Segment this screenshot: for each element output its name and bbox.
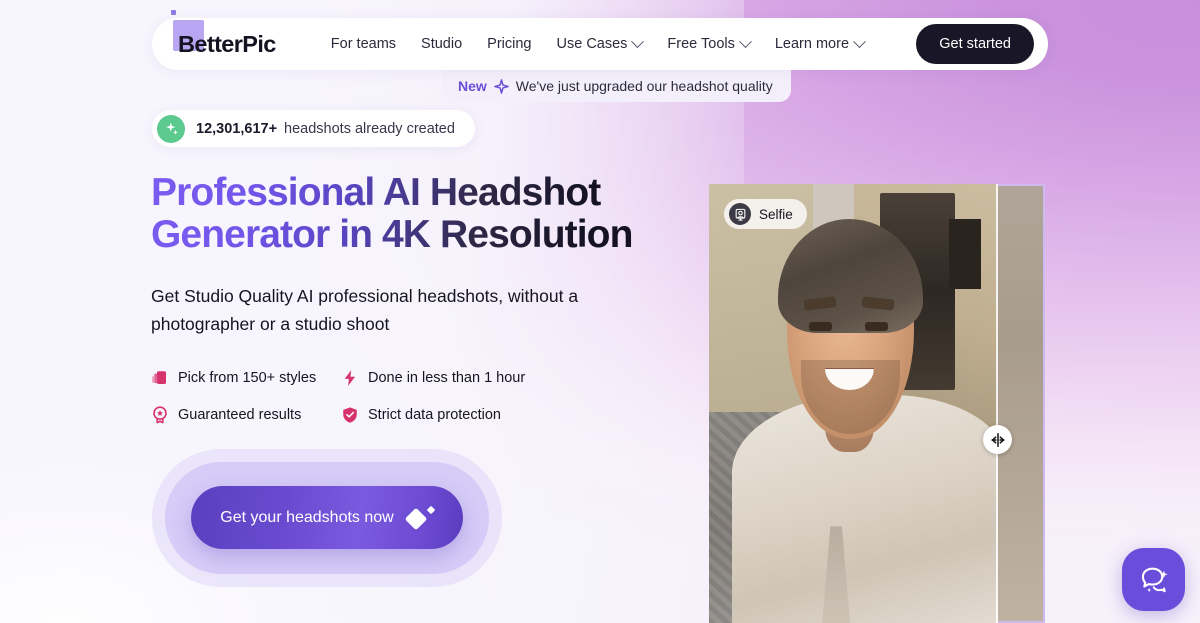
selfie-label: Selfie: [759, 206, 793, 222]
get-started-button[interactable]: Get started: [916, 24, 1034, 64]
selfie-label-badge: Selfie: [724, 199, 807, 229]
brand-logo[interactable]: BetterPic: [171, 9, 276, 58]
nav-item-learn-more[interactable]: Learn more: [774, 34, 866, 52]
nav-item-label: Learn more: [774, 36, 850, 52]
feature-label: Guaranteed results: [178, 407, 302, 424]
lightning-bolt-icon: [344, 370, 356, 387]
get-headshots-button[interactable]: Get your headshots now: [191, 486, 463, 549]
headshot-counter-badge: 12,301,617+ headshots already created: [152, 110, 475, 147]
chat-widget-button[interactable]: [1122, 548, 1185, 611]
brand-name: BetterPic: [178, 30, 276, 57]
comparison-divider: [996, 184, 998, 623]
before-image-pane: [709, 184, 998, 623]
selfie-photo-icon: [729, 203, 751, 225]
nav-item-free-tools[interactable]: Free Tools: [667, 34, 752, 52]
nav-item-for-teams[interactable]: For teams: [331, 36, 396, 52]
after-image-pane: [997, 184, 1045, 623]
feature-label: Pick from 150+ styles: [178, 370, 317, 387]
page-title: Professional AI Headshot Generator in 4K…: [151, 172, 691, 256]
chevron-down-icon: [738, 34, 752, 48]
cta-glow-area: Get your headshots now: [152, 449, 502, 587]
nav-links: For teams Studio Pricing Use Cases Free …: [331, 34, 866, 52]
shield-check-icon: [343, 407, 357, 423]
sparkle-icon: [493, 78, 509, 94]
headline-line-1: Professional AI Headshot: [151, 171, 601, 214]
counter-text: headshots already created: [284, 120, 455, 137]
award-badge-icon: [153, 406, 167, 424]
hero-section: Professional AI Headshot Generator in 4K…: [151, 172, 691, 424]
feature-item-styles: Pick from 150+ styles: [151, 369, 341, 387]
selfie-photo: [709, 184, 998, 623]
scene-window: [948, 219, 981, 290]
nav-item-pricing[interactable]: Pricing: [487, 36, 531, 52]
before-after-comparison[interactable]: Selfie: [709, 184, 1045, 623]
nav-item-use-cases[interactable]: Use Cases: [556, 34, 645, 52]
announcement-badge: New: [458, 78, 487, 94]
feature-label: Done in less than 1 hour: [368, 370, 526, 387]
main-navbar: BetterPic For teams Studio Pricing Use C…: [152, 9, 1048, 70]
chevron-down-icon: [853, 34, 866, 48]
nav-item-label: Studio: [421, 36, 463, 52]
chevron-down-icon: [631, 34, 645, 48]
diamond-small: [426, 505, 435, 514]
style-cards-icon: [152, 371, 166, 385]
cta-button-label: Get your headshots now: [220, 508, 394, 526]
diamond-sparkle-icon: [404, 505, 435, 530]
comparison-slider-handle[interactable]: [983, 425, 1012, 454]
nav-item-studio[interactable]: Studio: [421, 36, 462, 52]
feature-item-security: Strict data protection: [341, 406, 691, 424]
counter-number: 12,301,617+: [196, 120, 278, 137]
diamond-large: [404, 507, 428, 530]
feature-item-speed: Done in less than 1 hour: [341, 369, 691, 387]
left-right-arrows-icon: [990, 432, 1005, 447]
feature-label: Strict data protection: [368, 407, 501, 424]
sparkles-icon: [157, 114, 185, 143]
feature-item-guarantee: Guaranteed results: [151, 406, 341, 424]
nav-item-label: For teams: [330, 36, 397, 52]
person-eye-left: [808, 322, 832, 331]
person-eye-right: [865, 322, 889, 331]
chat-bubble-sparkle-icon: [1141, 567, 1168, 592]
hero-subheadline: Get Studio Quality AI professional heads…: [151, 286, 579, 335]
logo-dot-icon: [171, 9, 176, 15]
announcement-banner[interactable]: New We've just upgraded our headshot qua…: [442, 70, 791, 102]
nav-item-label: Free Tools: [667, 36, 735, 52]
announcement-text: We've just upgraded our headshot quality: [515, 78, 773, 94]
nav-item-label: Use Cases: [556, 36, 628, 52]
feature-list: Pick from 150+ styles Done in less than …: [151, 369, 691, 424]
nav-item-label: Pricing: [487, 36, 532, 52]
headline-line-2: Generator in 4K Resolution: [151, 213, 633, 257]
